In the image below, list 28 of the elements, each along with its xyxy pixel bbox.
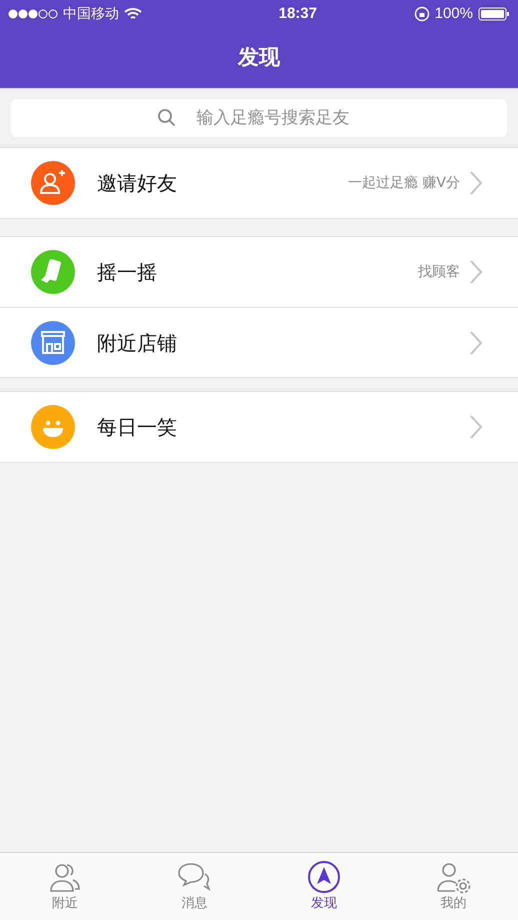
menu-item-label: 每日一笑	[97, 414, 178, 441]
menu-item-label: 邀请好友	[97, 170, 178, 197]
tab[interactable]: 发现	[259, 853, 388, 920]
search-icon	[157, 108, 177, 128]
menu-item[interactable]: 邀请好友 一起过足瘾 赚V分	[0, 148, 518, 218]
rotation-lock-icon	[414, 6, 430, 22]
menu-item-detail: 找顾客	[418, 262, 460, 282]
wifi-icon	[124, 7, 142, 21]
battery-percent: 100%	[434, 4, 473, 24]
tab[interactable]: 我的	[388, 853, 518, 920]
chevron-right-icon	[470, 415, 482, 439]
menu-item[interactable]: 摇一摇 找顾客	[0, 237, 518, 307]
search-field[interactable]: 输入足瘾号搜索足友	[11, 99, 507, 137]
signal-icon	[8, 9, 58, 19]
page-title: 发现	[238, 44, 280, 72]
chevron-right-icon	[470, 171, 482, 195]
battery-icon	[478, 7, 510, 21]
status-time: 18:37	[278, 4, 317, 24]
tab[interactable]: 附近	[0, 853, 130, 920]
menu-item-label: 摇一摇	[97, 259, 158, 286]
menu-item-label: 附近店铺	[97, 330, 178, 356]
menu-item-detail: 一起过足瘾 赚V分	[348, 174, 460, 192]
chevron-right-icon	[470, 330, 482, 354]
carrier-name: 中国移动	[63, 4, 119, 24]
chevron-right-icon	[470, 260, 482, 284]
tab[interactable]: 消息	[130, 853, 259, 920]
menu-item[interactable]: 附近店铺	[0, 307, 518, 377]
menu-item[interactable]: 每日一笑	[0, 392, 518, 462]
